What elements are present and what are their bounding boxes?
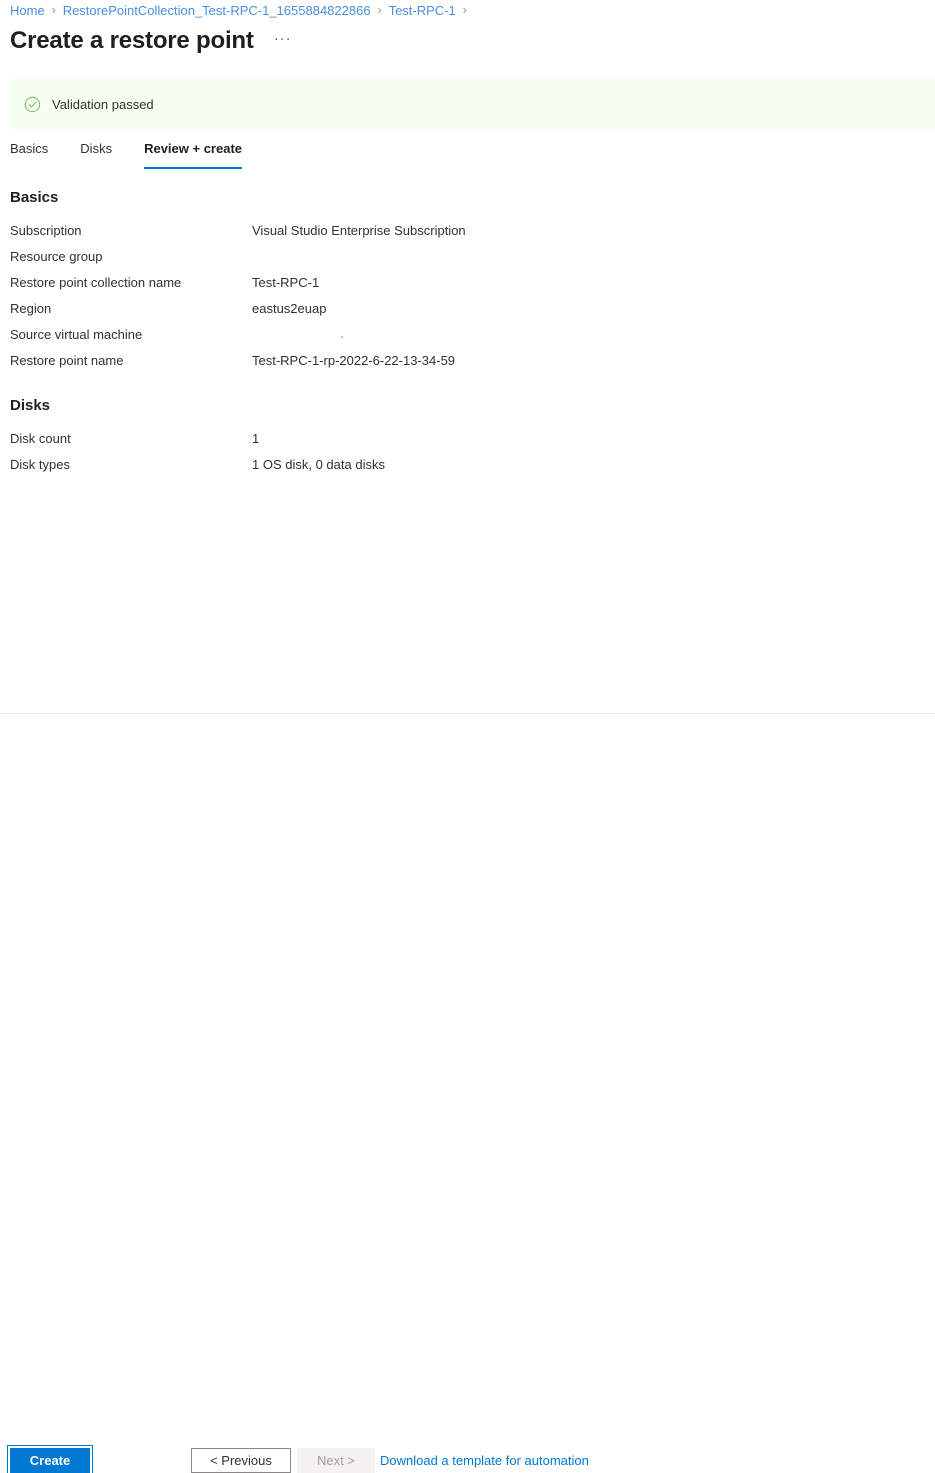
check-circle-icon — [24, 96, 41, 112]
summary-value: Test-RPC-1-rp-2022-6-22-13-34-59 — [252, 353, 456, 368]
summary-value: eastus2euap — [252, 301, 327, 316]
summary-key: Subscription — [10, 223, 82, 238]
summary-value: Visual Studio Enterprise Subscription — [252, 223, 466, 238]
breadcrumb-separator-icon: › — [51, 3, 56, 17]
render-artifact-dot — [341, 336, 343, 338]
breadcrumb-item-home[interactable]: Home — [10, 3, 45, 18]
breadcrumb: Home › RestorePointCollection_Test-RPC-1… — [10, 0, 474, 20]
validation-banner: Validation passed — [10, 79, 935, 129]
summary-key: Restore point name — [10, 353, 124, 368]
breadcrumb-separator-icon: › — [377, 3, 382, 17]
wizard-tabs: Basics Disks Review + create — [10, 140, 274, 169]
summary-row-subscription: Subscription Visual Studio Enterprise Su… — [10, 222, 466, 248]
previous-button[interactable]: < Previous — [191, 1448, 291, 1473]
page-title: Create a restore point — [10, 27, 254, 54]
next-button[interactable]: Next > — [297, 1448, 375, 1473]
summary-row-restore-point-collection-name: Restore point collection name Test-RPC-1 — [10, 274, 466, 300]
tab-review-create[interactable]: Review + create — [144, 140, 243, 169]
summary-row-disk-count: Disk count 1 — [10, 430, 385, 456]
summary-row-restore-point-name: Restore point name Test-RPC-1-rp-2022-6-… — [10, 352, 466, 378]
breadcrumb-item-restore-point-collection[interactable]: RestorePointCollection_Test-RPC-1_165588… — [63, 3, 371, 18]
section-title-disks: Disks — [10, 397, 51, 414]
summary-value: Test-RPC-1 — [252, 275, 320, 290]
summary-row-resource-group: Resource group — [10, 248, 466, 274]
summary-row-disk-types: Disk types 1 OS disk, 0 data disks — [10, 456, 385, 482]
download-template-link[interactable]: Download a template for automation — [380, 1452, 589, 1469]
page-header: Create a restore point ··· — [10, 26, 296, 56]
summary-value: 1 — [252, 431, 260, 446]
section-disks: Disks Disk count 1 Disk types 1 OS disk,… — [10, 396, 385, 482]
breadcrumb-trailing-separator-icon: › — [462, 3, 467, 17]
footer-action-bar: Create < Previous Next > Download a temp… — [0, 714, 935, 1473]
summary-row-source-virtual-machine: Source virtual machine — [10, 326, 466, 352]
tab-basics[interactable]: Basics — [10, 140, 48, 169]
summary-key: Resource group — [10, 249, 103, 264]
create-button[interactable]: Create — [7, 1445, 93, 1473]
section-basics: Basics Subscription Visual Studio Enterp… — [10, 188, 466, 378]
summary-key: Disk count — [10, 431, 71, 446]
section-title-basics: Basics — [10, 189, 59, 206]
summary-key: Region — [10, 301, 52, 316]
validation-message: Validation passed — [52, 96, 154, 112]
breadcrumb-item-test-rpc-1[interactable]: Test-RPC-1 — [389, 3, 456, 18]
summary-key: Source virtual machine — [10, 327, 143, 342]
summary-row-region: Region eastus2euap — [10, 300, 466, 326]
summary-value: 1 OS disk, 0 data disks — [252, 457, 385, 472]
more-actions-icon[interactable]: ··· — [270, 27, 296, 56]
summary-key: Restore point collection name — [10, 275, 182, 290]
tab-disks[interactable]: Disks — [80, 140, 112, 169]
summary-key: Disk types — [10, 457, 70, 472]
